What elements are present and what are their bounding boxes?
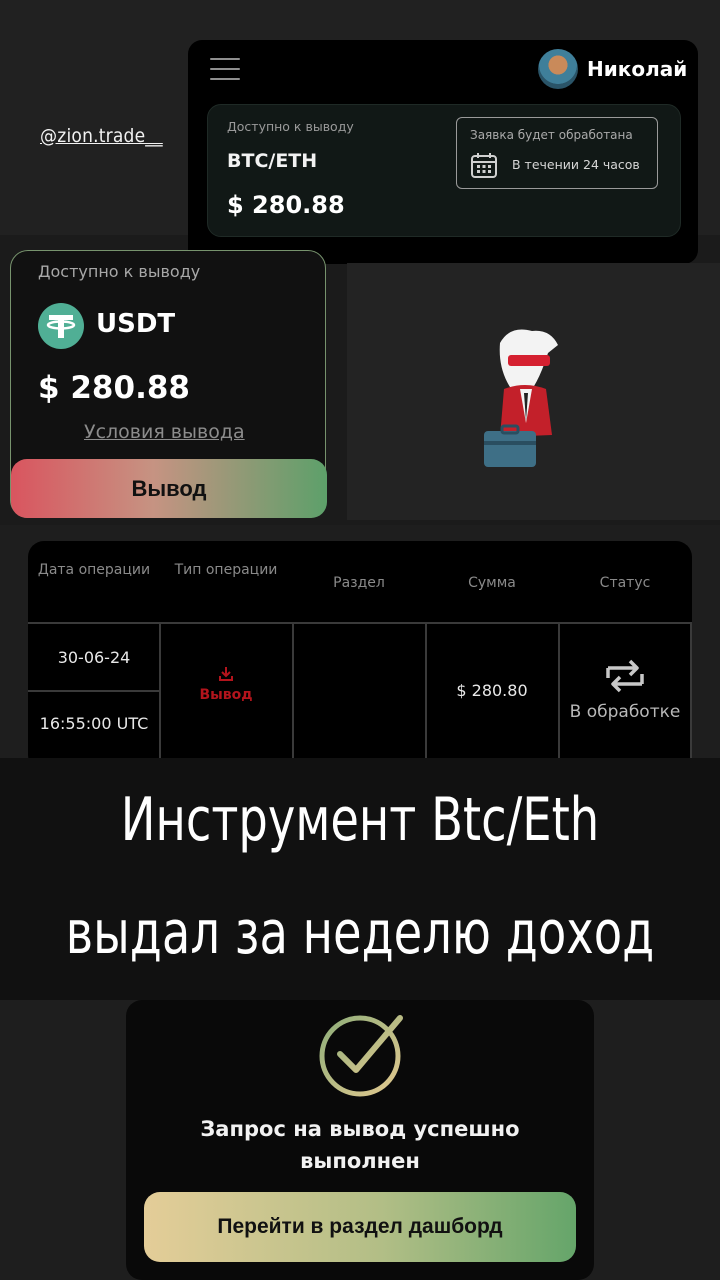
notice-title: Заявка будет обработана <box>470 128 633 142</box>
tether-icon <box>38 303 84 349</box>
success-message: Запрос на вывод успешно выполнен <box>200 1117 520 1173</box>
hero-line-2: выдал за неделю доход <box>65 898 655 968</box>
menu-icon[interactable] <box>210 58 240 80</box>
sync-icon <box>606 659 644 693</box>
hero-line-1: Инструмент Btc/Eth <box>120 785 600 855</box>
col-header-amount: Сумма <box>468 575 516 591</box>
col-header-section: Раздел <box>333 575 385 591</box>
table-divider <box>292 622 294 758</box>
calendar-icon <box>471 153 497 178</box>
go-to-dashboard-button[interactable]: Перейти в раздел дашборд <box>144 1192 576 1262</box>
row-date: 30-06-24 <box>57 648 131 667</box>
table-divider <box>690 622 692 758</box>
user-name[interactable]: Николай <box>587 57 687 81</box>
col-header-status: Статус <box>599 575 651 591</box>
watermark-handle: @zion.trade__ <box>40 125 163 147</box>
row-amount: $ 280.80 <box>456 681 528 700</box>
check-icon <box>319 1015 403 1097</box>
withdraw-terms-link[interactable]: Условия вывода <box>84 421 245 443</box>
mascot-sticker <box>484 329 558 467</box>
usdt-amount: $ 280.88 <box>38 370 190 406</box>
withdraw-button[interactable]: Вывод <box>11 459 327 518</box>
usdt-available-caption: Доступно к выводу <box>38 262 201 281</box>
usdt-asset-label: USDT <box>96 309 176 339</box>
notice-time: В течении 24 часов <box>512 157 640 172</box>
btc-amount: $ 280.88 <box>227 191 345 219</box>
row-time: 16:55:00 UTC <box>39 714 149 733</box>
btc-available-caption: Доступно к выводу <box>227 119 354 134</box>
table-divider <box>28 690 160 692</box>
table-divider <box>558 622 560 758</box>
col-header-type: Тип операции <box>174 562 278 578</box>
row-type-label: Вывод <box>199 687 253 703</box>
table-divider <box>28 622 692 624</box>
btc-asset-label: BTC/ETH <box>227 150 318 172</box>
row-type: Вывод <box>160 665 292 703</box>
row-status: В обработке <box>569 702 681 722</box>
avatar[interactable] <box>538 49 578 89</box>
col-header-date: Дата операции <box>37 562 151 578</box>
download-icon <box>219 667 233 681</box>
